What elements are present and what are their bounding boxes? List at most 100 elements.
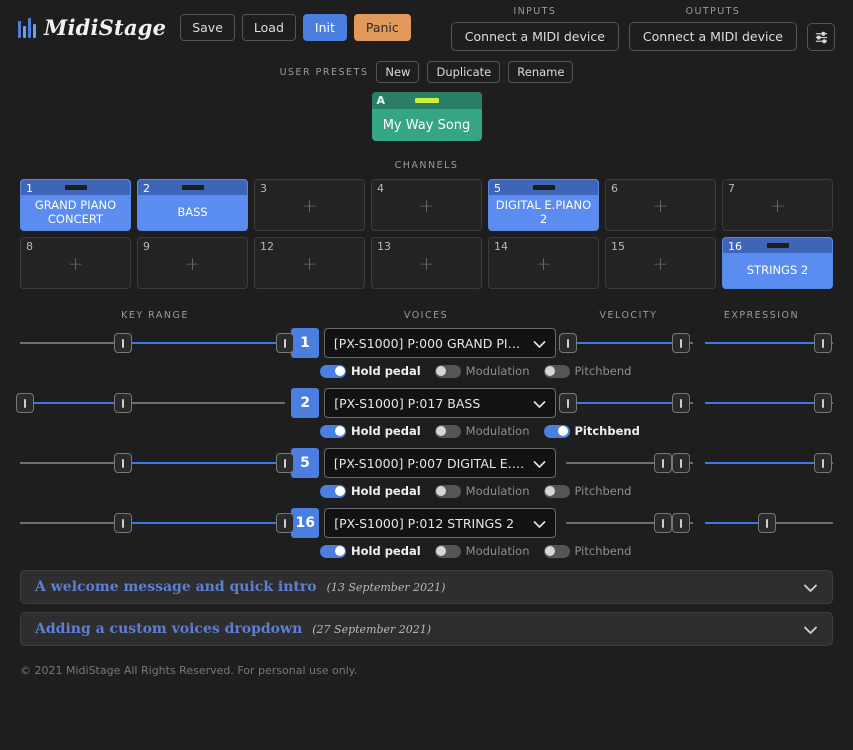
toggle-modulation[interactable] — [434, 424, 461, 438]
channel-slot-5[interactable]: 5 DIGITAL E.PIANO 2 — [488, 179, 599, 231]
slider-handle-high[interactable] — [114, 393, 133, 413]
channel-slot-3[interactable]: 3 + — [254, 179, 365, 231]
plus-icon[interactable]: + — [372, 253, 481, 275]
plus-icon[interactable]: + — [723, 195, 832, 217]
plus-icon[interactable]: + — [21, 253, 130, 275]
toggle-pitchbend[interactable] — [543, 364, 570, 378]
channel-slot-9[interactable]: 9 + — [137, 237, 248, 289]
slider-handle-high[interactable] — [671, 333, 690, 353]
plus-icon[interactable]: + — [372, 195, 481, 217]
velocity-slider[interactable] — [565, 449, 694, 477]
voice-channel-badge[interactable]: 1 — [291, 328, 319, 358]
voice-select-dropdown[interactable]: [PX-S1000] P:007 DIGITAL E.PIAN... — [323, 448, 556, 478]
init-button[interactable]: Init — [302, 14, 347, 41]
toggle-modulation[interactable] — [434, 364, 461, 378]
top-toolbar: MidiStage Save Load Init Panic INPUTS Co… — [0, 0, 853, 55]
slider-handle-high[interactable] — [276, 333, 295, 353]
slider-handle-high[interactable] — [671, 453, 690, 473]
toggle-pitchbend[interactable] — [543, 484, 570, 498]
slider-handle-low[interactable] — [16, 393, 35, 413]
channel-slot-header: 5 — [489, 180, 598, 195]
slider-handle-low[interactable] — [114, 453, 133, 473]
toggle-pitchbend[interactable] — [543, 544, 570, 558]
expression-label: EXPRESSION — [723, 310, 800, 321]
slider-handle-high[interactable] — [276, 513, 295, 533]
slider-handle-high[interactable] — [671, 393, 690, 413]
preset-new-button[interactable]: New — [376, 61, 420, 83]
key-range-slider[interactable] — [20, 329, 295, 357]
plus-icon[interactable]: + — [489, 253, 598, 275]
voice-channel-badge[interactable]: 2 — [291, 388, 320, 418]
expression-slider[interactable] — [705, 449, 833, 477]
toggle-hold-pedal[interactable] — [320, 544, 346, 558]
expression-slider[interactable] — [705, 509, 833, 537]
channel-slot-6[interactable]: 6 + — [605, 179, 716, 231]
expression-slider[interactable] — [705, 329, 833, 357]
panic-button[interactable]: Panic — [353, 14, 411, 41]
channel-slot-15[interactable]: 15 + — [605, 237, 716, 289]
voice-row-16: 16 [PX-S1000] P:012 STRINGS 2 Hold pedal Mo… — [20, 508, 833, 558]
voice-select-dropdown[interactable]: [PX-S1000] P:012 STRINGS 2 — [324, 508, 556, 538]
channel-slot-4[interactable]: 4 + — [371, 179, 482, 231]
toggle-hold-pedal[interactable] — [320, 424, 346, 438]
slider-handle-high[interactable] — [813, 333, 832, 353]
preset-slot-a[interactable]: A My Way Song — [371, 92, 482, 141]
preset-list: A My Way Song — [0, 92, 853, 141]
slider-handle-low[interactable] — [114, 513, 133, 533]
load-button[interactable]: Load — [241, 14, 296, 41]
channel-number: 14 — [494, 240, 508, 253]
toggle-group-modulation: Modulation — [434, 544, 530, 558]
preset-duplicate-button[interactable]: Duplicate — [427, 61, 501, 83]
preset-rename-button[interactable]: Rename — [508, 61, 574, 83]
chevron-down-icon[interactable] — [803, 578, 818, 597]
slider-handle-high[interactable] — [276, 453, 295, 473]
velocity-slider[interactable] — [565, 509, 694, 537]
toggle-hold-pedal[interactable] — [320, 484, 346, 498]
slider-handle-high[interactable] — [671, 513, 690, 533]
plus-icon[interactable]: + — [606, 253, 715, 275]
channel-slot-13[interactable]: 13 + — [371, 237, 482, 289]
slider-handle-high[interactable] — [757, 513, 776, 533]
toggle-modulation[interactable] — [434, 484, 461, 498]
key-range-slider[interactable] — [16, 389, 286, 417]
key-range-slider[interactable] — [20, 449, 295, 477]
key-range-slider[interactable] — [20, 509, 295, 537]
plus-icon[interactable]: + — [255, 195, 364, 217]
toggle-hold-pedal[interactable] — [320, 364, 346, 378]
channel-slot-8[interactable]: 8 + — [20, 237, 131, 289]
connect-midi-output-button[interactable]: Connect a MIDI device — [628, 22, 797, 51]
copyright-text: © 2021 MidiStage All Rights Reserved. Fo… — [20, 664, 358, 677]
slider-handle-low[interactable] — [559, 393, 578, 413]
toggle-modulation[interactable] — [434, 544, 461, 558]
velocity-slider[interactable] — [559, 329, 694, 357]
accordion-item-2[interactable]: Adding a custom voices dropdown (27 Septe… — [20, 612, 833, 646]
save-button[interactable]: Save — [180, 14, 235, 41]
slider-handle-high[interactable] — [813, 393, 832, 413]
voice-channel-badge[interactable]: 5 — [291, 448, 319, 478]
expression-slider[interactable] — [705, 389, 833, 417]
voice-channel-badge[interactable]: 16 — [291, 508, 320, 538]
velocity-slider[interactable] — [559, 389, 694, 417]
chevron-down-icon[interactable] — [803, 620, 818, 639]
slider-handle-low[interactable] — [559, 333, 578, 353]
channel-slot-7[interactable]: 7 + — [722, 179, 833, 231]
channel-slot-12[interactable]: 12 + — [254, 237, 365, 289]
plus-icon[interactable]: + — [255, 253, 364, 275]
channel-slot-1[interactable]: 1 GRAND PIANO CONCERT — [20, 179, 131, 231]
slider-handle-low[interactable] — [653, 453, 672, 473]
voice-select-dropdown[interactable]: [PX-S1000] P:017 BASS — [324, 388, 556, 418]
accordion-item-1[interactable]: A welcome message and quick intro (13 Sep… — [20, 570, 833, 604]
toggle-label: Pitchbend — [574, 544, 632, 558]
slider-handle-high[interactable] — [813, 453, 832, 473]
slider-handle-low[interactable] — [114, 333, 133, 353]
slider-handle-low[interactable] — [653, 513, 672, 533]
sliders-icon[interactable] — [807, 23, 835, 51]
channel-slot-16[interactable]: 16 STRINGS 2 — [722, 237, 833, 289]
channel-slot-14[interactable]: 14 + — [488, 237, 599, 289]
plus-icon[interactable]: + — [606, 195, 715, 217]
connect-midi-input-button[interactable]: Connect a MIDI device — [450, 22, 619, 51]
plus-icon[interactable]: + — [138, 253, 247, 275]
toggle-pitchbend[interactable] — [543, 424, 570, 438]
channel-slot-2[interactable]: 2 BASS — [137, 179, 248, 231]
voice-select-dropdown[interactable]: [PX-S1000] P:000 GRAND PIANO ... — [323, 328, 556, 358]
